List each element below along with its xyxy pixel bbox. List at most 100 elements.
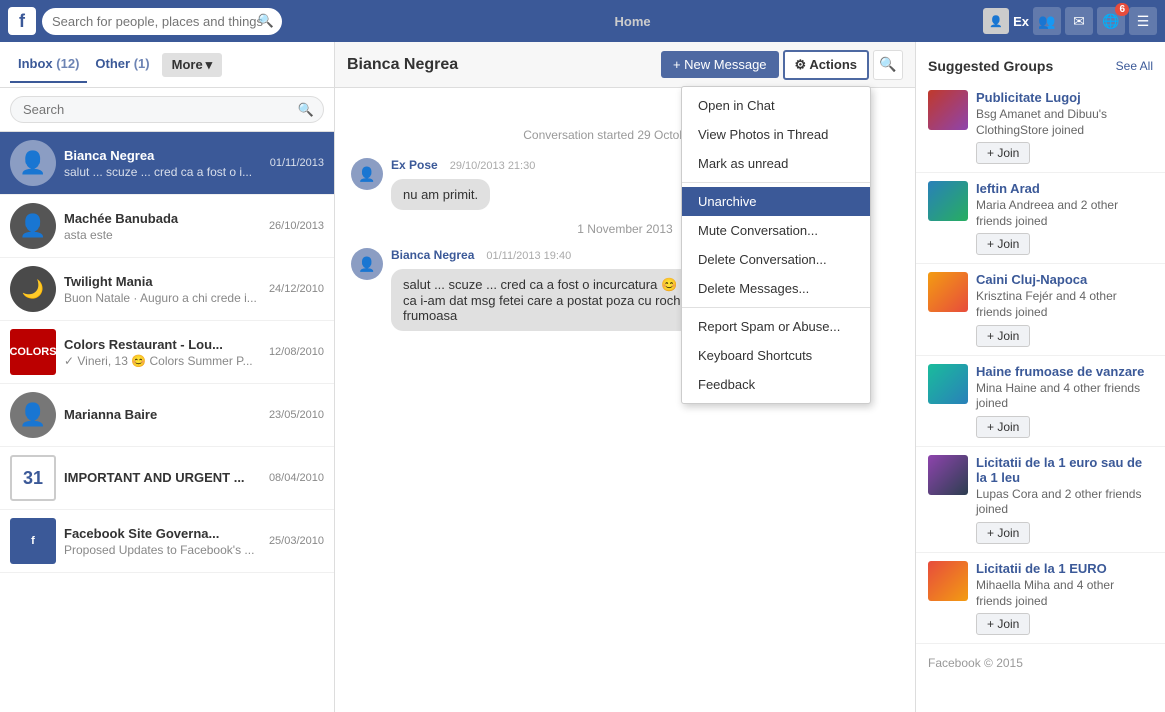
group-name[interactable]: Licitatii de la 1 EURO [976,561,1153,576]
conversation-info: Bianca Negrea salut ... scuze ... cred c… [64,148,262,179]
group-avatar [928,181,968,221]
group-info: Licitatii de la 1 EURO Mihaella Miha and… [976,561,1153,635]
group-item: Caini Cluj-Napoca Krisztina Fejér and 4 … [916,264,1165,355]
search-input[interactable] [42,8,282,35]
group-name[interactable]: Ieftin Arad [976,181,1153,196]
group-info: Licitatii de la 1 euro sau de la 1 leu L… [976,455,1153,544]
group-members: Mihaella Miha and 4 other friends joined [976,578,1153,609]
message-time: 01/11/2013 19:40 [486,250,571,262]
conversation-search-wrap: 🔍 [0,88,334,132]
conversation-name: Machée Banubada [64,211,261,226]
messages-icon-button[interactable]: ✉ [1065,7,1093,35]
group-members: Mina Haine and 4 other friends joined [976,381,1153,412]
join-group-button[interactable]: + Join [976,233,1030,255]
page-wrap: Inbox (12) Other (1) More ▾ 🔍 👤 Bi [0,42,1165,712]
friends-icon-button[interactable]: 👥 [1033,7,1061,35]
conversation-preview: Proposed Updates to Facebook's ... [64,543,261,557]
group-info: Haine frumoase de vanzare Mina Haine and… [976,364,1153,438]
delete-conversation-item[interactable]: Delete Conversation... [682,245,870,274]
conversation-name: Colors Restaurant - Lou... [64,337,261,352]
conversation-time: 25/03/2010 [269,535,324,547]
conversation-time: 26/10/2013 [269,220,324,232]
join-group-button[interactable]: + Join [976,325,1030,347]
message-header: Ex Pose 29/10/2013 21:30 [391,158,535,175]
footer: Facebook © 2015 [916,644,1165,682]
list-item[interactable]: f Facebook Site Governa... Proposed Upda… [0,510,334,573]
actions-dropdown: Open in Chat View Photos in Thread Mark … [681,86,871,404]
group-item: Publicitate Lugoj Bsg Amanet and Dibuu's… [916,82,1165,173]
mute-conversation-item[interactable]: Mute Conversation... [682,216,870,245]
inbox-tab[interactable]: Inbox (12) [10,46,87,83]
view-photos-item[interactable]: View Photos in Thread [682,120,870,149]
join-group-button[interactable]: + Join [976,613,1030,635]
group-item: Licitatii de la 1 euro sau de la 1 leu L… [916,447,1165,553]
group-avatar [928,272,968,312]
group-avatar [928,90,968,130]
notifications-icon-button[interactable]: 🌐 6 [1097,7,1125,35]
open-in-chat-item[interactable]: Open in Chat [682,91,870,120]
list-item[interactable]: 🌙 Twilight Mania Buon Natale · Auguro a … [0,258,334,321]
conversation-search-input[interactable] [10,96,324,123]
conversation-preview: Buon Natale · Auguro a chi crede i... [64,291,261,305]
group-name[interactable]: Licitatii de la 1 euro sau de la 1 leu [976,455,1153,485]
conversation-name: IMPORTANT AND URGENT ... [64,470,261,485]
feedback-item[interactable]: Feedback [682,370,870,399]
main-panel: Bianca Negrea + New Message ⚙ Actions 🔍 … [335,42,915,712]
avatar: 👤 [10,140,56,186]
report-spam-item[interactable]: Report Spam or Abuse... [682,312,870,341]
group-members: Krisztina Fejér and 4 other friends join… [976,289,1153,320]
conversation-time: 12/08/2010 [269,346,324,358]
new-message-button[interactable]: + New Message [661,51,779,78]
inbox-tabs: Inbox (12) Other (1) More ▾ [0,42,334,88]
search-icon: 🔍 [298,102,314,118]
more-button[interactable]: More ▾ [162,53,223,77]
username-label: Ex [1013,14,1029,29]
list-item[interactable]: 👤 Marianna Baire 23/05/2010 [0,384,334,447]
list-item[interactable]: COLORS Colors Restaurant - Lou... ✓ Vine… [0,321,334,384]
group-avatar [928,561,968,601]
conversation-info: IMPORTANT AND URGENT ... [64,470,261,487]
mark-unread-item[interactable]: Mark as unread [682,149,870,178]
suggested-groups-header: Suggested Groups See All [916,54,1165,82]
header-actions: + New Message ⚙ Actions 🔍 Open in Chat V… [661,50,903,80]
join-group-button[interactable]: + Join [976,142,1030,164]
message-avatar: 👤 [351,248,383,280]
delete-messages-item[interactable]: Delete Messages... [682,274,870,303]
group-name[interactable]: Caini Cluj-Napoca [976,272,1153,287]
unarchive-item[interactable]: Unarchive [682,187,870,216]
list-item[interactable]: 👤 Machée Banubada asta este 26/10/2013 [0,195,334,258]
actions-button[interactable]: ⚙ Actions [783,50,869,80]
main-header: Bianca Negrea + New Message ⚙ Actions 🔍 … [335,42,915,88]
conversation-info: Marianna Baire [64,407,261,424]
conversation-preview: salut ... scuze ... cred ca a fost o i..… [64,165,262,179]
conversation-name: Facebook Site Governa... [64,526,261,541]
search-icon: 🔍 [258,13,274,29]
user-avatar: 👤 [983,8,1009,34]
search-messages-button[interactable]: 🔍 [873,50,903,80]
conversation-time: 01/11/2013 [270,157,324,169]
list-item[interactable]: 31 IMPORTANT AND URGENT ... 08/04/2010 [0,447,334,510]
group-info: Ieftin Arad Maria Andreea and 2 other fr… [976,181,1153,255]
join-group-button[interactable]: + Join [976,416,1030,438]
group-name[interactable]: Haine frumoase de vanzare [976,364,1153,379]
other-tab[interactable]: Other (1) [87,46,157,83]
avatar: 31 [10,455,56,501]
list-item[interactable]: 👤 Bianca Negrea salut ... scuze ... cred… [0,132,334,195]
group-name[interactable]: Publicitate Lugoj [976,90,1153,105]
conversation-preview: ✓ Vineri, 13 😊 Colors Summer P... [64,354,261,368]
group-item: Haine frumoase de vanzare Mina Haine and… [916,356,1165,447]
conversation-name: Marianna Baire [64,407,261,422]
conversation-preview: asta este [64,228,261,242]
settings-icon-button[interactable]: ☰ [1129,7,1157,35]
avatar: 🌙 [10,266,56,312]
see-all-button[interactable]: See All [1116,59,1153,73]
home-button[interactable]: Home [600,6,664,37]
group-avatar [928,364,968,404]
conversation-name: Twilight Mania [64,274,261,289]
join-group-button[interactable]: + Join [976,522,1030,544]
group-avatar [928,455,968,495]
left-panel: Inbox (12) Other (1) More ▾ 🔍 👤 Bi [0,42,335,712]
keyboard-shortcuts-item[interactable]: Keyboard Shortcuts [682,341,870,370]
topnav-center: Home [282,6,983,37]
conversation-time: 23/05/2010 [269,409,324,421]
